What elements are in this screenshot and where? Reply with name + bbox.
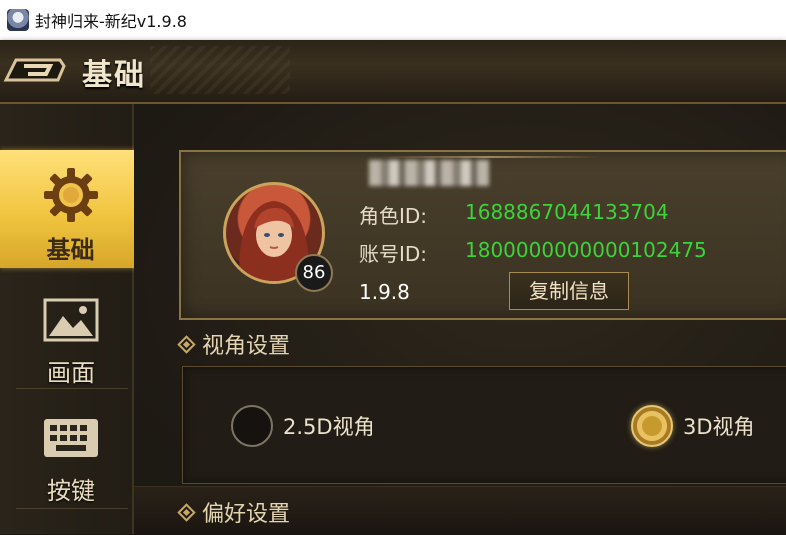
window-title: 封神归来-新纪v1.9.8 <box>35 12 187 31</box>
version-text: 1.9.8 <box>359 280 410 304</box>
section-view-settings: 视角设置 <box>177 328 291 360</box>
radio-label: 2.5D视角 <box>283 415 375 439</box>
account-id-row: 账号ID: 1800000000000102475 <box>359 238 707 267</box>
settings-sidebar: 基础 画面 按键 <box>0 104 141 534</box>
role-id-label: 角色ID: <box>359 204 428 228</box>
section-title-label: 视角设置 <box>202 334 291 359</box>
radio-3d-view[interactable]: 3D视角 <box>631 405 755 447</box>
app-icon <box>7 9 29 31</box>
section-title-label: 偏好设置 <box>202 502 291 527</box>
back-button[interactable] <box>2 50 68 90</box>
settings-main: 86 角色ID: 1688867044133704 账号ID: 18000000… <box>134 104 786 535</box>
radio-2-5d-view[interactable]: 2.5D视角 <box>231 405 375 447</box>
role-id-value: 1688867044133704 <box>465 200 669 224</box>
player-name-blurred <box>369 160 489 186</box>
profile-card: 86 角色ID: 1688867044133704 账号ID: 18000000… <box>179 150 786 320</box>
sidebar-item-label: 基础 <box>46 236 95 264</box>
account-id-label: 账号ID: <box>359 242 428 266</box>
view-settings-panel: 2.5D视角 3D视角 <box>182 366 786 484</box>
radio-label: 3D视角 <box>683 415 755 439</box>
page-title: 基础 <box>82 58 146 93</box>
radio-checked-icon <box>631 405 673 447</box>
sidebar-divider <box>16 508 128 509</box>
section-preference-settings: 偏好设置 <box>177 496 291 528</box>
radio-circle-icon <box>231 405 273 447</box>
sidebar-item-label: 画面 <box>47 359 95 387</box>
sidebar-item-display[interactable]: 画面 <box>0 276 142 388</box>
sidebar-item-label: 按键 <box>47 477 95 505</box>
copy-info-button[interactable]: 复制信息 <box>509 272 629 310</box>
back-arrow-icon <box>3 58 66 82</box>
sidebar-divider <box>16 388 128 389</box>
gear-icon <box>43 168 98 222</box>
sidebar-item-keys[interactable]: 按键 <box>0 394 142 506</box>
level-badge: 86 <box>295 254 333 292</box>
settings-header: 基础 <box>0 40 786 104</box>
keyboard-icon <box>44 418 98 457</box>
landscape-image-icon <box>43 298 99 341</box>
header-decoration <box>150 46 290 94</box>
account-id-value: 1800000000000102475 <box>465 238 707 262</box>
card-divider <box>381 156 601 158</box>
role-id-row: 角色ID: 1688867044133704 <box>359 200 669 229</box>
window-title-bar: 封神归来-新纪v1.9.8 <box>0 0 786 40</box>
sidebar-item-basic[interactable]: 基础 <box>0 150 141 268</box>
diamond-bullet-icon <box>177 334 196 354</box>
diamond-bullet-icon <box>177 502 196 522</box>
